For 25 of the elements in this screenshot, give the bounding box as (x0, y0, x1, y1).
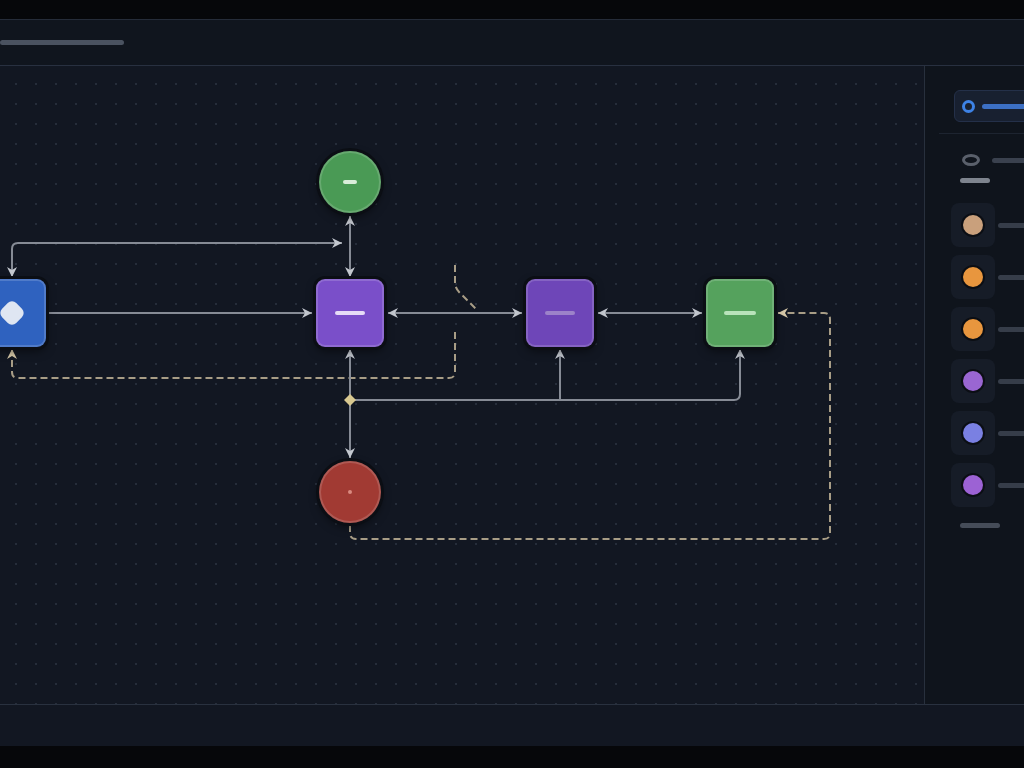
dash-icon (545, 311, 575, 315)
blurred-text (998, 274, 1024, 280)
blurred-text (998, 326, 1024, 332)
blurred-text (982, 103, 1024, 109)
palette-item[interactable] (951, 255, 995, 299)
blurred-text (992, 157, 1024, 163)
dash-icon (335, 311, 365, 315)
sidebar-button[interactable] (954, 90, 1024, 122)
dash-icon (343, 180, 357, 184)
blurred-text (998, 222, 1024, 228)
junction-icon (344, 394, 356, 406)
palette-item[interactable] (951, 307, 995, 351)
palette-item[interactable] (951, 411, 995, 455)
palette-item[interactable] (951, 359, 995, 403)
blurred-text (960, 178, 990, 183)
dash-icon (724, 311, 756, 315)
blurred-text (998, 378, 1024, 384)
blurred-text (998, 430, 1024, 436)
blurred-text (998, 482, 1024, 488)
ring-icon (962, 99, 975, 113)
palette-item[interactable] (951, 463, 995, 507)
dot-icon (348, 490, 352, 494)
blurred-text (960, 523, 1000, 528)
ring-icon (962, 154, 980, 166)
palette-item[interactable] (951, 203, 995, 247)
